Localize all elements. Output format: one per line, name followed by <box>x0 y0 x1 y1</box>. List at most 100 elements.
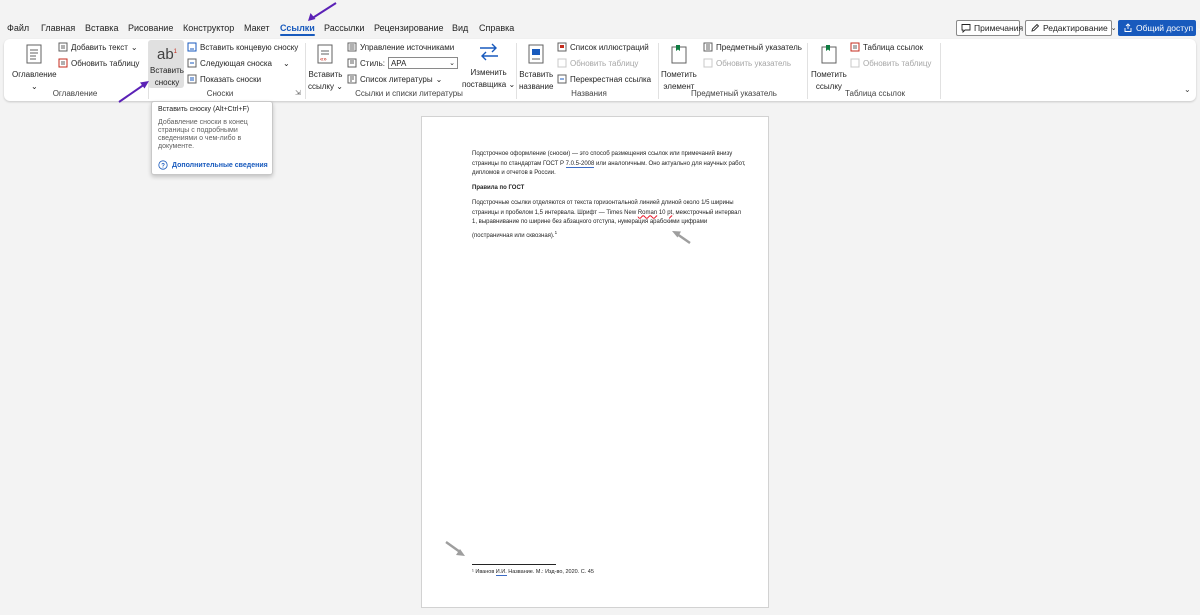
tab-review[interactable]: Рецензирование <box>374 23 444 33</box>
tab-file[interactable]: Файл <box>7 23 29 33</box>
update-index-label: Обновить указатель <box>716 58 792 68</box>
editing-mode-label: Редактирование <box>1043 23 1108 33</box>
style-dropdown[interactable]: APA ⌄ <box>387 57 458 69</box>
bibliography-icon <box>347 74 357 84</box>
misspelled-word-roman: Roman <box>637 209 658 216</box>
title-strip <box>0 0 1200 16</box>
tab-mailings[interactable]: Рассылки <box>324 23 364 33</box>
tab-design[interactable]: Конструктор <box>183 23 234 33</box>
next-footnote-button[interactable]: Следующая сноска ⌄ <box>187 58 290 68</box>
chevron-down-icon: ⌄ <box>282 58 290 68</box>
cross-reference-icon <box>557 74 567 84</box>
mark-citation-button[interactable]: Пометить ссылку <box>811 43 847 91</box>
tab-draw[interactable]: Рисование <box>128 23 173 33</box>
update-index-button[interactable]: Обновить указатель <box>703 58 791 68</box>
group-label-captions: Названия <box>571 89 607 98</box>
svg-text:?: ? <box>161 163 165 169</box>
update-index-icon <box>703 58 713 68</box>
change-provider-button[interactable]: Изменить поставщика ⌄ <box>462 41 515 89</box>
insert-table-of-authorities-label: Таблица ссылок <box>863 42 924 52</box>
table-of-figures-label: Список иллюстраций <box>570 42 649 52</box>
style-label: Стиль: <box>360 58 385 68</box>
insert-index-label: Предметный указатель <box>716 42 802 52</box>
help-circle-icon: ? <box>158 160 168 170</box>
chevron-down-icon: ⌄ <box>449 60 455 67</box>
paragraph-intro: Подстрочное оформление (сноски) — это сп… <box>472 150 747 179</box>
tab-references[interactable]: Ссылки <box>280 23 315 36</box>
show-notes-icon <box>187 74 197 84</box>
update-toc-button[interactable]: Обновить таблицу <box>58 58 139 68</box>
mark-citation-label-1: Пометить <box>811 70 847 79</box>
insert-footnote-button[interactable]: ab1 Вставить сноску <box>150 43 184 87</box>
footnote-text-1: ¹ Иванов <box>472 569 496 575</box>
update-figures-table-label: Обновить таблицу <box>570 58 639 68</box>
caption-icon <box>528 44 544 64</box>
add-text-button[interactable]: Добавить текст ⌄ <box>58 42 138 52</box>
add-text-icon <box>58 42 68 52</box>
bibliography-button[interactable]: Список литературы ⌄ <box>347 74 442 84</box>
insert-citation-button[interactable]: «» Вставить ссылку ⌄ <box>308 43 343 91</box>
section-heading: Правила по ГОСТ <box>472 185 525 191</box>
footnote-text[interactable]: ¹ Иванов И.И. Название. М.: Изд-во, 2020… <box>472 569 594 576</box>
group-label-footnotes: Сноски <box>206 89 234 98</box>
tooltip-title: Вставить сноску (Alt+Ctrl+F) <box>158 106 250 113</box>
mark-entry-icon <box>671 45 687 64</box>
footnotes-dialog-launcher-icon[interactable]: ⇲ <box>295 89 301 97</box>
tab-home[interactable]: Главная <box>41 23 75 33</box>
index-icon <box>703 42 713 52</box>
cross-reference-label: Перекрестная ссылка <box>570 74 652 84</box>
share-button-label: Общий доступ <box>1136 23 1194 33</box>
toc-button[interactable]: Оглавление ⌄ <box>12 43 57 91</box>
share-icon <box>1124 23 1132 32</box>
comments-button-label: Примечания <box>974 23 1024 33</box>
show-notes-button[interactable]: Показать сноски <box>187 74 261 84</box>
footnote-ab-icon: ab1 <box>156 46 178 63</box>
tab-layout[interactable]: Макет <box>244 23 269 33</box>
style-icon <box>347 58 357 68</box>
mark-entry-button[interactable]: Пометить элемент <box>661 43 697 91</box>
endnote-icon <box>187 42 197 52</box>
comment-icon <box>961 24 971 33</box>
change-provider-label-2: поставщика <box>462 80 507 89</box>
tooltip-body: Добавление сноски в конец страницы с под… <box>158 119 248 150</box>
svg-text:«»: «» <box>320 57 327 63</box>
change-provider-label-1: Изменить <box>470 68 507 77</box>
document-page[interactable]: Подстрочное оформление (сноски) — это сп… <box>421 116 769 608</box>
toc-button-label: Оглавление <box>12 70 57 79</box>
swap-arrows-icon <box>479 43 498 61</box>
cross-reference-button[interactable]: Перекрестная ссылка <box>557 74 651 84</box>
pencil-icon <box>1031 23 1040 32</box>
insert-index-button[interactable]: Предметный указатель <box>703 42 802 52</box>
update-authorities-table-button[interactable]: Обновить таблицу <box>850 58 931 68</box>
tooltip-more-info-link[interactable]: ? Дополнительные сведения <box>158 160 268 170</box>
insert-citation-label-2: ссылку <box>308 82 335 91</box>
footnote-reference-mark[interactable]: 1 <box>555 230 558 235</box>
tab-insert[interactable]: Вставка <box>85 23 118 33</box>
comments-button[interactable]: Примечания <box>956 20 1024 36</box>
group-separator <box>305 43 306 99</box>
update-table-icon <box>557 58 567 68</box>
chevron-down-icon: ⌄ <box>435 74 443 84</box>
tab-view[interactable]: Вид <box>452 23 468 33</box>
insert-caption-button[interactable]: Вставить название <box>519 43 553 91</box>
insert-footnote-tooltip: Вставить сноску (Alt+Ctrl+F) Добавление … <box>151 101 273 175</box>
table-of-authorities-icon <box>850 42 860 52</box>
manage-sources-button[interactable]: Управление источниками <box>347 42 454 52</box>
update-toc-label: Обновить таблицу <box>71 58 140 68</box>
manage-sources-icon <box>347 42 357 52</box>
gost-number: 7.0.5-2008 <box>565 160 595 168</box>
insert-footnote-label-2: сноску <box>154 78 180 87</box>
insert-citation-label-2-wrap: ссылку ⌄ <box>308 82 343 91</box>
share-button[interactable]: Общий доступ ⌄ <box>1118 20 1200 36</box>
update-figures-table-button[interactable]: Обновить таблицу <box>557 58 638 68</box>
mark-citation-label-2: ссылку <box>815 82 842 91</box>
footnote-separator-line <box>472 564 556 565</box>
insert-endnote-button[interactable]: Вставить концевую сноску <box>187 42 298 52</box>
insert-footnote-label-1: Вставить <box>150 66 184 75</box>
style-selector: Стиль: APA ⌄ <box>347 57 458 69</box>
insert-table-of-authorities-button[interactable]: Таблица ссылок <box>850 42 923 52</box>
editing-mode-button[interactable]: Редактирование ⌄ <box>1025 20 1117 36</box>
table-of-figures-button[interactable]: Список иллюстраций <box>557 42 649 52</box>
tab-help[interactable]: Справка <box>479 23 514 33</box>
collapse-ribbon-chevron-icon[interactable]: ⌄ <box>1184 85 1191 94</box>
